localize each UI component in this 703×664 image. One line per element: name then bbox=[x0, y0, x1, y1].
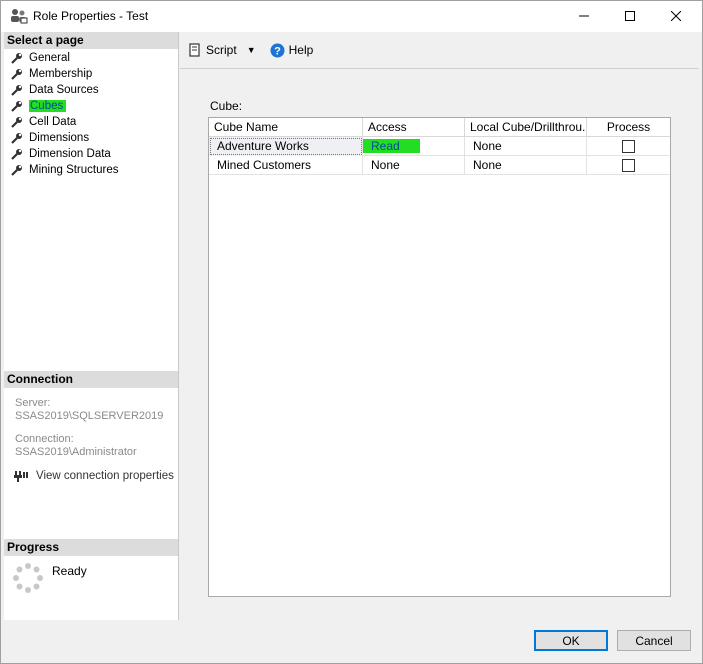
close-button[interactable] bbox=[653, 1, 699, 31]
process-cell bbox=[587, 137, 670, 156]
page-item-label: Data Sources bbox=[29, 84, 99, 96]
progress-status: Ready bbox=[12, 562, 87, 594]
ok-button[interactable]: OK bbox=[534, 630, 608, 651]
dialog-footer: OK Cancel bbox=[4, 620, 699, 662]
wrench-icon bbox=[11, 69, 22, 80]
page-item-cell-data[interactable]: Cell Data bbox=[4, 114, 178, 130]
toolbar: Script ▼ ? Help bbox=[180, 32, 699, 69]
page-item-label: Mining Structures bbox=[29, 164, 119, 176]
role-users-icon bbox=[11, 9, 28, 24]
wrench-icon bbox=[11, 101, 22, 112]
help-icon: ? bbox=[270, 43, 285, 57]
content-area: Cube: Cube Name Access Local Cube/Drillt… bbox=[180, 70, 699, 620]
help-label: Help bbox=[288, 43, 314, 57]
table-row[interactable]: Adventure Works Read None bbox=[209, 137, 670, 156]
page-item-general[interactable]: General bbox=[4, 50, 178, 66]
page-item-cubes[interactable]: Cubes bbox=[4, 98, 178, 114]
view-connection-properties-link[interactable]: View connection properties bbox=[14, 469, 174, 483]
close-icon bbox=[671, 11, 681, 21]
maximize-button[interactable] bbox=[607, 1, 653, 31]
progress-spinner-icon bbox=[13, 563, 43, 593]
wrench-icon bbox=[11, 133, 22, 144]
wrench-icon bbox=[11, 165, 22, 176]
maximize-icon bbox=[625, 11, 635, 21]
column-header-cube-name[interactable]: Cube Name bbox=[209, 118, 363, 137]
access-value: Read bbox=[363, 139, 420, 153]
page-item-data-sources[interactable]: Data Sources bbox=[4, 82, 178, 98]
access-cell[interactable]: Read bbox=[363, 137, 465, 156]
page-item-dimensions[interactable]: Dimensions bbox=[4, 130, 178, 146]
progress-header: Progress bbox=[4, 539, 178, 556]
progress-status-text: Ready bbox=[52, 564, 87, 578]
cancel-button[interactable]: Cancel bbox=[617, 630, 691, 651]
left-panel: Select a page General Membership Data So… bbox=[4, 32, 179, 620]
page-item-label: General bbox=[29, 52, 70, 64]
select-page-header: Select a page bbox=[4, 32, 178, 49]
page-item-label: Dimensions bbox=[29, 132, 90, 144]
server-label: Server: bbox=[15, 397, 51, 409]
page-item-label: Dimension Data bbox=[29, 148, 111, 160]
process-cell bbox=[587, 156, 670, 175]
chevron-down-icon[interactable]: ▼ bbox=[247, 45, 256, 55]
server-value: SSAS2019\SQLSERVER2019 bbox=[15, 410, 164, 422]
minimize-icon bbox=[579, 15, 589, 17]
minimize-button[interactable] bbox=[561, 1, 607, 31]
cube-name-cell[interactable]: Mined Customers bbox=[209, 156, 363, 175]
connection-properties-icon bbox=[14, 471, 28, 482]
script-icon bbox=[189, 43, 200, 57]
page-item-dimension-data[interactable]: Dimension Data bbox=[4, 146, 178, 162]
page-item-label: Cell Data bbox=[29, 116, 77, 128]
page-list: General Membership Data Sources Cubes Ce… bbox=[4, 50, 178, 178]
view-connection-properties-label: View connection properties bbox=[36, 470, 174, 482]
page-item-label: Membership bbox=[29, 68, 93, 80]
page-item-membership[interactable]: Membership bbox=[4, 66, 178, 82]
column-header-access[interactable]: Access bbox=[363, 118, 465, 137]
column-header-local-cube[interactable]: Local Cube/Drillthrou... bbox=[465, 118, 587, 137]
role-properties-dialog: Role Properties - Test Select a page Gen… bbox=[0, 0, 703, 664]
local-cube-cell[interactable]: None bbox=[465, 137, 587, 156]
script-label: Script bbox=[206, 43, 237, 57]
help-button[interactable]: ? Help bbox=[270, 43, 314, 58]
title-bar: Role Properties - Test bbox=[1, 1, 702, 32]
svg-text:?: ? bbox=[274, 45, 281, 57]
window-title: Role Properties - Test bbox=[33, 9, 149, 23]
page-item-label: Cubes bbox=[29, 100, 67, 112]
connection-value: SSAS2019\Administrator bbox=[15, 446, 137, 458]
page-item-mining-structures[interactable]: Mining Structures bbox=[4, 162, 178, 178]
table-row[interactable]: Mined Customers None None bbox=[209, 156, 670, 175]
connection-header: Connection bbox=[4, 371, 178, 388]
cube-name-cell[interactable]: Adventure Works bbox=[209, 137, 363, 156]
connection-label: Connection: bbox=[15, 433, 74, 445]
script-button[interactable]: Script ▼ bbox=[188, 43, 256, 57]
process-checkbox[interactable] bbox=[622, 140, 635, 153]
wrench-icon bbox=[11, 85, 22, 96]
column-header-process[interactable]: Process bbox=[587, 118, 670, 137]
wrench-icon bbox=[11, 149, 22, 160]
cube-grid: Cube Name Access Local Cube/Drillthrou..… bbox=[208, 117, 671, 597]
local-cube-cell[interactable]: None bbox=[465, 156, 587, 175]
wrench-icon bbox=[11, 117, 22, 128]
access-cell[interactable]: None bbox=[363, 156, 465, 175]
cube-label: Cube: bbox=[210, 99, 243, 113]
wrench-icon bbox=[11, 53, 22, 64]
process-checkbox[interactable] bbox=[622, 159, 635, 172]
grid-header: Cube Name Access Local Cube/Drillthrou..… bbox=[209, 118, 670, 137]
